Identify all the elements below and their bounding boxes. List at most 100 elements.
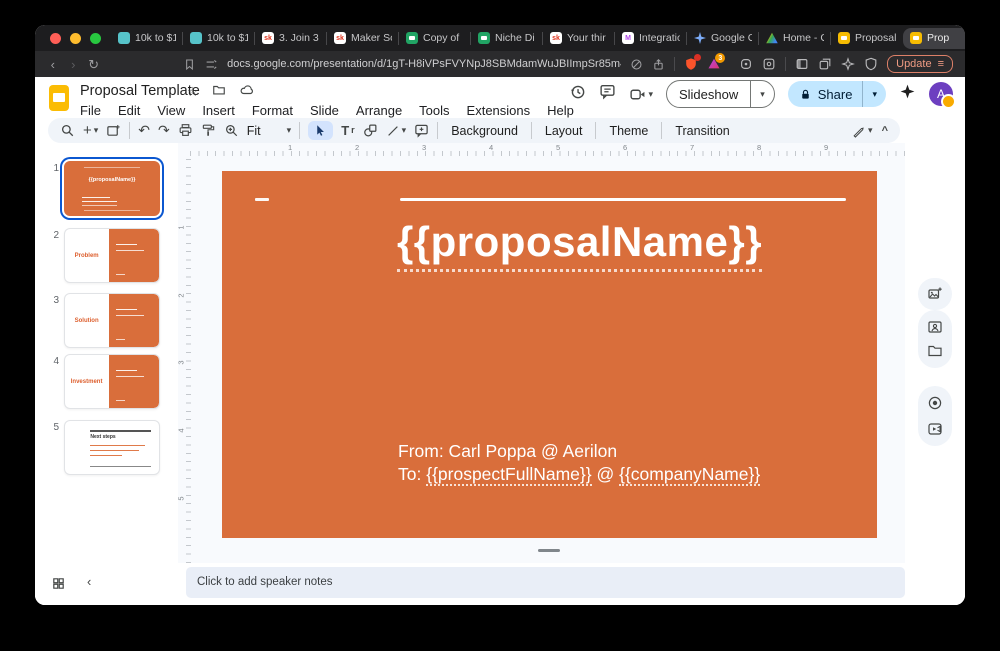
menu-hamburger-icon: ≡ [938, 58, 944, 70]
url-text[interactable]: docs.google.com/presentation/d/1gT-H8iVP… [227, 58, 621, 70]
document-title[interactable]: Proposal Template [80, 83, 200, 99]
star-icon[interactable]: ☆ [187, 84, 199, 100]
reload-button[interactable]: ↻ [88, 58, 100, 71]
slide-number: 5 [43, 422, 59, 433]
folder-icon[interactable] [927, 343, 943, 359]
menu-item[interactable]: Edit [118, 103, 140, 118]
zoom-window-button[interactable] [90, 33, 101, 44]
side-panel-group-2 [918, 310, 952, 368]
slide-thumbnail-5[interactable]: Next steps [64, 420, 160, 475]
menu-item[interactable]: Format [252, 103, 293, 118]
browser-tab[interactable]: Home - G [759, 28, 831, 49]
slide-thumbnail-3[interactable]: Solution [64, 293, 160, 348]
menu-item[interactable]: Tools [419, 103, 449, 118]
slideshow-dropdown[interactable]: ▾ [750, 81, 774, 107]
privacy-shield-icon[interactable] [864, 57, 878, 71]
menu-item[interactable]: File [80, 103, 101, 118]
menu-item[interactable]: Extensions [467, 103, 531, 118]
version-history-icon[interactable] [569, 83, 586, 105]
triangle-extension-icon[interactable]: 3 [707, 57, 721, 71]
notes-resize-handle[interactable] [538, 549, 560, 552]
search-tabs-icon[interactable] [762, 57, 776, 71]
slide-thumbnail-1[interactable]: {{proposalName}} [64, 161, 160, 216]
select-tool-button[interactable] [308, 121, 333, 140]
browser-tab[interactable]: MIntegratio [615, 28, 687, 49]
menu-bar: File Edit View Insert Format Slide Arrange Tool… [80, 103, 574, 118]
transition-button[interactable]: Transition [670, 124, 734, 138]
grid-view-icon[interactable] [51, 576, 66, 596]
bookmark-icon[interactable] [183, 58, 196, 71]
new-slide-button[interactable]: + ▾ [83, 123, 98, 138]
slide-title[interactable]: {{proposalName}} [282, 218, 877, 272]
slides-logo-icon[interactable] [49, 85, 69, 111]
cloud-status-icon[interactable] [239, 83, 254, 100]
browser-tab[interactable]: skYour thir [543, 28, 615, 49]
pen-tool-button[interactable]: ▾ [852, 124, 873, 138]
slideshow-button[interactable]: Slideshow ▾ [666, 80, 775, 108]
shapes-button[interactable] [363, 123, 378, 138]
zoom-value: Fit [247, 124, 261, 138]
zoom-select[interactable]: Fit ▾ [247, 124, 291, 138]
account-avatar[interactable]: A [929, 82, 953, 106]
undo-button[interactable]: ↶ [138, 122, 150, 139]
thumbnail-title: {{proposalName}} [65, 177, 159, 183]
sidebar-toggle-icon[interactable] [795, 57, 809, 71]
background-button[interactable]: Background [446, 124, 523, 138]
browser-tab[interactable]: skMaker Sc [327, 28, 399, 49]
menu-item[interactable]: Slide [310, 103, 339, 118]
speaker-notes-input[interactable]: Click to add speaker notes [186, 567, 905, 598]
slide-number: 4 [43, 356, 59, 367]
slide-from-to-text[interactable]: From: Carl Poppa @ Aerilon To: {{prospec… [398, 440, 760, 486]
back-button[interactable]: ‹ [47, 58, 59, 71]
comments-icon[interactable] [599, 83, 616, 105]
extensions-icon[interactable] [739, 57, 753, 71]
update-browser-button[interactable]: Update ≡ [887, 55, 953, 73]
forward-button[interactable]: › [68, 58, 80, 71]
print-button[interactable] [178, 123, 193, 138]
slide-thumbnail-2[interactable]: Problem [64, 228, 160, 283]
move-folder-icon[interactable] [212, 83, 226, 100]
browser-tab[interactable]: 10k to $1 [183, 28, 255, 49]
paint-format-button[interactable] [201, 123, 216, 138]
share-dropdown[interactable]: ▾ [862, 81, 886, 107]
browser-tab[interactable]: Prop× [903, 28, 965, 49]
close-window-button[interactable] [50, 33, 61, 44]
record-icon[interactable] [927, 395, 943, 411]
browser-tab[interactable]: sk3. Join 3 [255, 28, 327, 49]
share-button[interactable]: Share ▾ [788, 81, 886, 107]
browser-tab[interactable]: Google G [687, 28, 759, 49]
meet-camera-button[interactable]: ▾ [629, 86, 653, 103]
theme-button[interactable]: Theme [604, 124, 653, 138]
menu-item[interactable]: Arrange [356, 103, 402, 118]
search-menus-icon[interactable] [60, 123, 75, 138]
browser-tab[interactable]: 10k to $1 [111, 28, 183, 49]
image-person-icon[interactable] [927, 319, 943, 335]
gemini-sparkle-icon[interactable] [899, 83, 916, 105]
redo-button[interactable]: ↷ [158, 122, 170, 139]
browser-tab[interactable]: Proposal [831, 28, 903, 49]
text-box-button[interactable]: Tr [341, 124, 354, 137]
share-page-icon[interactable] [652, 58, 665, 71]
minimize-window-button[interactable] [70, 33, 81, 44]
line-tool-button[interactable]: ▾ [386, 124, 407, 138]
browser-tab[interactable]: Niche Di [471, 28, 543, 49]
camera-recorder-icon[interactable] [927, 421, 943, 437]
menu-item[interactable]: Insert [202, 103, 235, 118]
browser-tab[interactable]: Copy of [399, 28, 471, 49]
current-slide[interactable]: {{proposalName}} From: Carl Poppa @ Aeri… [222, 171, 877, 538]
collapse-filmstrip-icon[interactable]: ‹ [87, 574, 91, 589]
zoom-in-icon[interactable] [224, 123, 239, 138]
customize-sparkle-icon[interactable] [841, 57, 855, 71]
menu-item[interactable]: View [157, 103, 185, 118]
site-settings-icon[interactable] [205, 58, 218, 71]
blocked-content-icon[interactable] [630, 58, 643, 71]
layout-button[interactable]: Layout [540, 124, 588, 138]
tab-overview-icon[interactable] [818, 57, 832, 71]
shield-extension-icon[interactable] [684, 57, 698, 71]
browser-tab-bar: 10k to $110k to $1sk3. Join 3skMaker ScC… [35, 25, 965, 51]
insert-comment-button[interactable] [414, 123, 429, 138]
slide-thumbnail-4[interactable]: Investment [64, 354, 160, 409]
collapse-toolbar-icon[interactable]: ^ [882, 125, 888, 137]
new-slide-layout-icon[interactable] [106, 123, 121, 138]
add-image-icon[interactable] [927, 286, 943, 302]
